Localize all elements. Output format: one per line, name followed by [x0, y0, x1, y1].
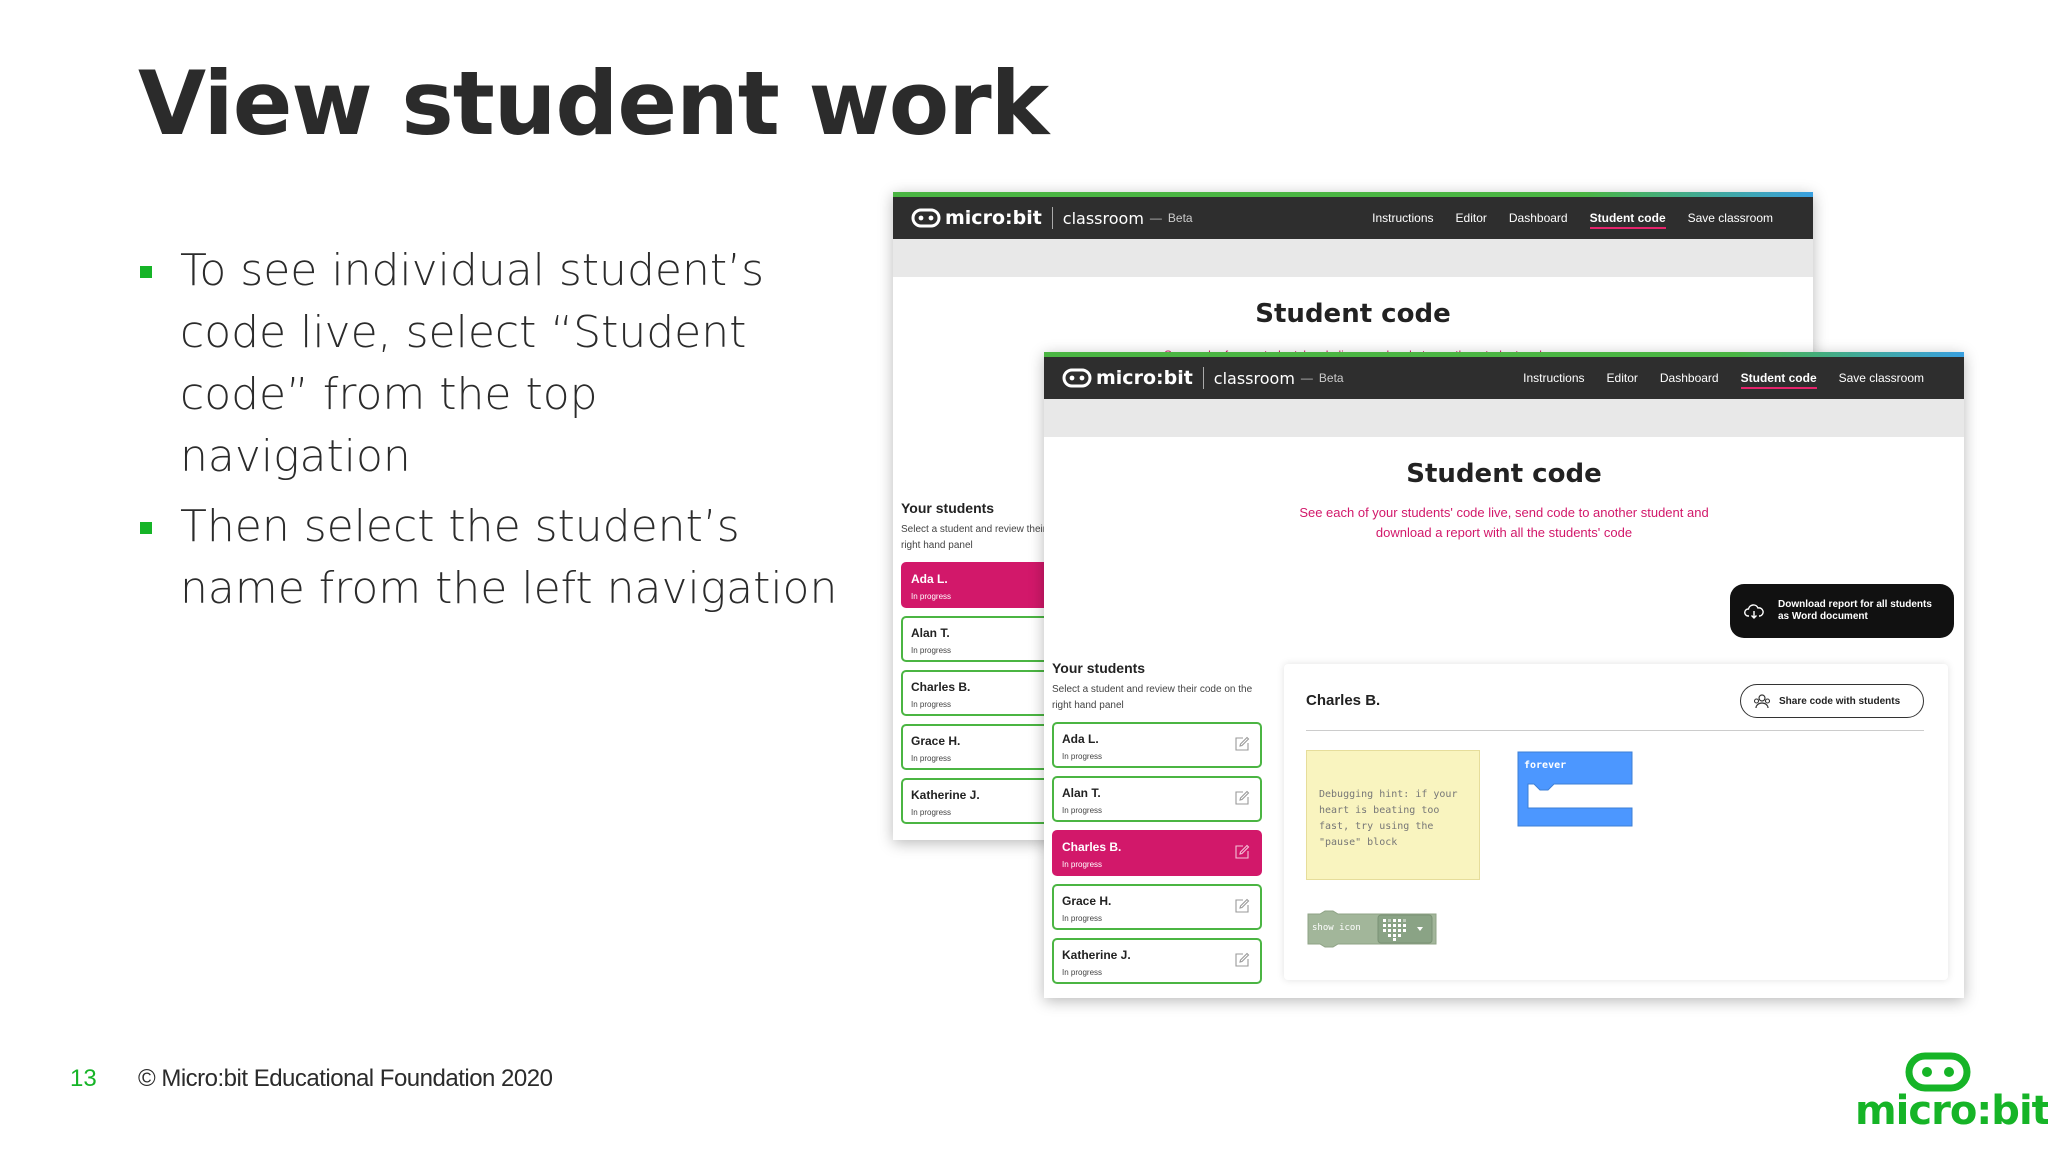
page-heading: Student code: [1406, 459, 1602, 489]
student-name: Katherine J.: [1062, 948, 1131, 962]
bullet-list: To see individual student’s code live, s…: [138, 240, 838, 628]
show-icon-label: show icon: [1312, 923, 1361, 933]
student-status: In progress: [1062, 968, 1103, 977]
nav-save-classroom[interactable]: Save classroom: [1688, 211, 1773, 229]
bullet-text: To see individual student’s code live, s…: [180, 245, 764, 482]
student-card-ada[interactable]: Ada L. In progress: [1052, 722, 1262, 768]
gray-banner: [893, 239, 1813, 277]
microbit-face-icon: [1905, 1052, 1971, 1092]
app-name: classroom: [1062, 208, 1144, 228]
app-dash: —: [1300, 371, 1313, 385]
show-icon-block[interactable]: show icon: [1306, 910, 1438, 948]
cloud-download-icon: [1744, 604, 1764, 619]
gray-banner: [1044, 399, 1964, 437]
student-name: Ada L.: [1062, 732, 1099, 746]
student-name: Alan T.: [1062, 786, 1101, 800]
beta-label: Beta: [1318, 371, 1344, 385]
page-number: 13: [70, 1065, 97, 1092]
student-name: Charles B.: [1062, 840, 1122, 854]
top-navigation-bar: micro:bit classroom — Beta Instructions …: [1044, 357, 1964, 399]
page-subtitle-line2: download a report with all the students'…: [1375, 525, 1633, 540]
download-report-button[interactable]: Download report for all students as Word …: [1730, 584, 1954, 638]
share-code-button[interactable]: Share code with students: [1740, 684, 1924, 718]
microbit-footer-logo: micro:bit: [1855, 1052, 2048, 1134]
page-heading: Student code: [1255, 299, 1451, 329]
bullet-square-icon: [140, 522, 152, 534]
student-name: Grace H.: [1062, 894, 1112, 908]
bullet-text: Then select the student’s name from the …: [180, 501, 838, 614]
student-status: In progress: [1062, 860, 1103, 869]
forever-label: forever: [1524, 760, 1567, 771]
logo-divider: [1202, 367, 1204, 389]
selected-student-name: Charles B.: [1306, 692, 1381, 709]
screenshot-front: micro:bit classroom — Beta Instructions …: [1044, 352, 1964, 998]
footer-logo-wordmark: micro:bit: [1855, 1088, 2048, 1134]
edit-icon[interactable]: [1234, 844, 1250, 860]
download-line1: Download report for all students: [1778, 599, 1932, 610]
share-students-icon: [1753, 694, 1771, 709]
edit-icon[interactable]: [1234, 952, 1250, 968]
page-subtitle-line1: See each of your students' code live, se…: [1299, 505, 1709, 520]
bullet-item: To see individual student’s code live, s…: [138, 240, 838, 488]
forever-block[interactable]: forever: [1516, 750, 1634, 828]
nav-dashboard[interactable]: Dashboard: [1660, 371, 1719, 389]
edit-icon[interactable]: [1234, 898, 1250, 914]
logo-wordmark: micro:bit: [1096, 367, 1193, 389]
nav-save-classroom[interactable]: Save classroom: [1839, 371, 1924, 389]
students-panel: Your students Select a student and revie…: [1052, 660, 1264, 984]
nav-instructions[interactable]: Instructions: [1523, 371, 1584, 389]
nav-instructions[interactable]: Instructions: [1372, 211, 1433, 229]
copyright-text: © Micro:bit Educational Foundation 2020: [138, 1065, 553, 1092]
share-code-label: Share code with students: [1779, 695, 1901, 707]
student-card-alan[interactable]: Alan T. In progress: [1052, 776, 1262, 822]
debugging-hint-text: Debugging hint: if your heart is beating…: [1319, 789, 1458, 848]
app-name: classroom: [1213, 368, 1295, 388]
student-status: In progress: [1062, 914, 1103, 923]
nav-menu: Instructions Editor Dashboard Student co…: [1523, 371, 1924, 389]
page-subtitle: See each of your students' code live, se…: [1044, 503, 1964, 543]
student-card-katherine[interactable]: Katherine J. In progress: [1052, 938, 1262, 984]
microbit-face-icon: [911, 208, 941, 228]
edit-icon[interactable]: [1234, 736, 1250, 752]
nav-student-code[interactable]: Student code: [1589, 211, 1666, 229]
student-status: In progress: [1062, 752, 1103, 761]
slide-title: View student work: [138, 52, 1049, 155]
app-dash: —: [1149, 211, 1162, 225]
students-hint: Select a student and review their code o…: [1052, 684, 1253, 711]
microbit-logo[interactable]: micro:bit classroom — Beta: [1062, 367, 1344, 389]
top-navigation-bar: micro:bit classroom — Beta Instructions …: [893, 197, 1813, 239]
microbit-logo[interactable]: micro:bit classroom — Beta: [911, 207, 1193, 229]
nav-editor[interactable]: Editor: [1607, 371, 1638, 389]
nav-student-code[interactable]: Student code: [1740, 371, 1817, 389]
comment-block[interactable]: Debugging hint: if your heart is beating…: [1306, 750, 1480, 880]
microbit-face-icon: [1062, 368, 1092, 388]
bullet-square-icon: [140, 266, 152, 278]
edit-icon[interactable]: [1234, 790, 1250, 806]
nav-menu: Instructions Editor Dashboard Student co…: [1372, 211, 1773, 229]
panel-divider: [1306, 730, 1924, 731]
nav-editor[interactable]: Editor: [1456, 211, 1487, 229]
code-panel: Charles B. Share code with students Debu…: [1284, 664, 1948, 980]
student-card-grace[interactable]: Grace H. In progress: [1052, 884, 1262, 930]
beta-label: Beta: [1167, 211, 1193, 225]
logo-wordmark: micro:bit: [945, 207, 1042, 229]
download-line2: as Word document: [1778, 611, 1868, 622]
nav-dashboard[interactable]: Dashboard: [1509, 211, 1568, 229]
students-title: Your students: [1052, 660, 1146, 676]
student-status: In progress: [1062, 806, 1103, 815]
logo-divider: [1051, 207, 1053, 229]
student-card-charles[interactable]: Charles B. In progress: [1052, 830, 1262, 876]
bullet-item: Then select the student’s name from the …: [138, 496, 838, 620]
